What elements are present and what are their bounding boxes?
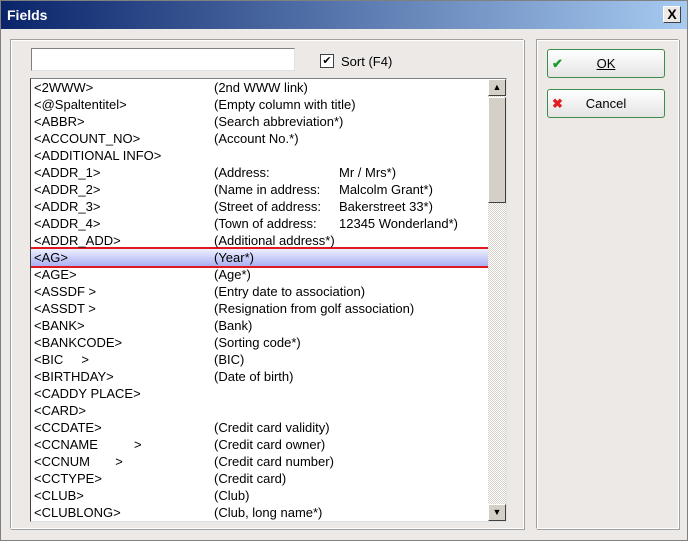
field-extra: 12345 Wonderland*) (339, 216, 459, 231)
field-name: <ABBR> (34, 114, 85, 129)
field-extra: Mr / Mrs*) (339, 165, 397, 180)
list-item[interactable]: <CCTYPE> (Credit card) (31, 470, 489, 487)
cancel-button[interactable]: ✖ Cancel (547, 89, 665, 118)
field-name: <ASSDF > (34, 284, 97, 299)
field-desc: (Credit card number) (214, 454, 334, 469)
field-name: <BANKCODE> (34, 335, 123, 350)
list-item[interactable]: <ADDR_3> (Street of address: Bakerstreet 3… (31, 198, 489, 215)
scroll-down-button[interactable]: ▼ (488, 504, 506, 521)
field-desc: (Additional address*) (214, 233, 335, 248)
list-item[interactable]: <CCNAME > (Credit card owner) (31, 436, 489, 453)
field-extra: Malcolm Grant*) (339, 182, 433, 197)
field-name: <AGE> (34, 267, 77, 282)
list-item[interactable]: <ACCOUNT_NO> (Account No.*) (31, 130, 489, 147)
field-desc: (2nd WWW link) (214, 80, 308, 95)
field-name: <ADDR_ADD> (34, 233, 121, 248)
field-desc: (Credit card owner) (214, 437, 326, 452)
list-item[interactable]: <BIC > (BIC) (31, 351, 489, 368)
field-name: <AG> (34, 250, 68, 265)
list-item[interactable]: <CCNUM > (Credit card number) (31, 453, 489, 470)
list-item[interactable]: <BANK> (Bank) (31, 317, 489, 334)
list-item[interactable]: <AGE> (Age*) (31, 266, 489, 283)
list-item[interactable]: <ASSDT > (Resignation from golf associati… (31, 300, 489, 317)
field-desc: (Club, long name*) (214, 505, 323, 520)
field-desc: (Year*) (214, 250, 254, 265)
field-desc: (Resignation from golf association) (214, 301, 415, 316)
close-button[interactable]: X (663, 6, 681, 23)
checkmark-icon: ✔ (552, 56, 563, 71)
field-name: <CADDY PLACE> (34, 386, 141, 401)
field-desc: (Empty column with title) (214, 97, 356, 112)
list-item[interactable]: <CADDY PLACE> (31, 385, 489, 402)
sort-checkbox[interactable]: ✔ (320, 54, 334, 68)
list-item[interactable]: <ADDR_4> (Town of address: 12345 Wonderlan… (31, 215, 489, 232)
field-name: <BIRTHDAY> (34, 369, 114, 384)
list-item[interactable]: <ADDR_1> (Address: Mr / Mrs*) (31, 164, 489, 181)
sort-label[interactable]: Sort (F4) (341, 54, 392, 69)
list-item[interactable]: <ADDR_2> (Name in address: Malcolm Grant*) (31, 181, 489, 198)
field-desc: (Name in address: (214, 182, 321, 197)
field-name: <ADDR_4> (34, 216, 101, 231)
field-desc: (Club) (214, 488, 250, 503)
field-desc: (Town of address: (214, 216, 317, 231)
field-name: <CLUB> (34, 488, 84, 503)
field-desc: (Search abbreviation*) (214, 114, 344, 129)
title-bar: Fields X (1, 1, 687, 29)
list-item[interactable]: <@Spaltentitel> (Empty column with title) (31, 96, 489, 113)
scroll-thumb[interactable] (488, 97, 506, 203)
field-name: <ADDR_1> (34, 165, 101, 180)
scroll-up-button[interactable]: ▲ (488, 79, 506, 96)
scrollbar[interactable]: ▲ ▼ (488, 79, 506, 521)
field-desc: (Entry date to association) (214, 284, 366, 299)
field-name: <@Spaltentitel> (34, 97, 127, 112)
field-name: <BANK> (34, 318, 85, 333)
field-desc: (Date of birth) (214, 369, 294, 384)
field-name: <CCDATE> (34, 420, 102, 435)
list-item[interactable]: <ADDR_ADD> (Additional address*) (31, 232, 489, 249)
ok-button[interactable]: ✔ OK (547, 49, 665, 78)
list-item[interactable]: <CARD> (31, 402, 489, 419)
list-item[interactable]: <2WWW> (2nd WWW link) (31, 79, 489, 96)
field-desc: (BIC) (214, 352, 245, 367)
list-item[interactable]: <CCDATE> (Credit card validity) (31, 419, 489, 436)
list-item[interactable]: <CLUB> (Club) (31, 487, 489, 504)
x-icon: ✖ (552, 96, 563, 111)
field-name: <CCNAME > (34, 437, 142, 452)
field-desc: (Bank) (214, 318, 253, 333)
field-desc: (Credit card) (214, 471, 287, 486)
field-desc: (Street of address: (214, 199, 321, 214)
field-name: <ACCOUNT_NO> (34, 131, 141, 146)
cancel-label: Cancel (585, 96, 627, 111)
fields-list[interactable]: <CLUBLONG> (Club, long name*) <CLUB> (Club)… (30, 78, 507, 522)
list-item[interactable]: <AG> (Year*) (31, 247, 491, 268)
field-desc: (Age*) (214, 267, 251, 282)
field-desc: (Credit card validity) (214, 420, 330, 435)
field-name: <ADDITIONAL INFO> (34, 148, 162, 163)
ok-label: OK (596, 56, 616, 71)
list-item[interactable]: <ABBR> (Search abbreviation*) (31, 113, 489, 130)
window-title: Fields (7, 7, 48, 23)
field-name: <ADDR_2> (34, 182, 101, 197)
list-item[interactable]: <ASSDF > (Entry date to association) (31, 283, 489, 300)
field-name: <2WWW> (34, 80, 94, 95)
field-extra: Bakerstreet 33*) (339, 199, 433, 214)
field-name: <ASSDT > (34, 301, 96, 316)
field-name: <CCNUM > (34, 454, 123, 469)
field-desc: (Sorting code*) (214, 335, 301, 350)
field-name: <ADDR_3> (34, 199, 101, 214)
list-item[interactable]: <BIRTHDAY> (Date of birth) (31, 368, 489, 385)
field-name: <CARD> (34, 403, 87, 418)
list-item[interactable]: <BANKCODE> (Sorting code*) (31, 334, 489, 351)
field-desc: (Account No.*) (214, 131, 299, 146)
list-item[interactable]: <ADDITIONAL INFO> (31, 147, 489, 164)
field-name: <BIC > (34, 352, 89, 367)
field-name: <CCTYPE> (34, 471, 102, 486)
list-item[interactable]: <CLUBLONG> (Club, long name*) (31, 504, 489, 521)
field-name: <CLUBLONG> (34, 505, 121, 520)
field-desc: (Address: (214, 165, 270, 180)
search-input[interactable] (31, 48, 295, 71)
